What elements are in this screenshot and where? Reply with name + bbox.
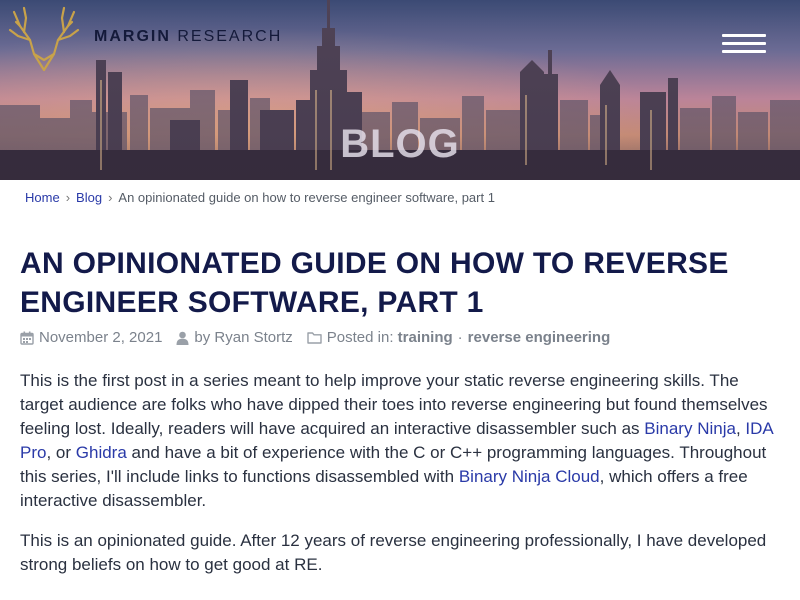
logo-word-margin: MARGIN [94, 28, 171, 45]
breadcrumb-separator: › [65, 190, 71, 205]
post-author: by Ryan Stortz [176, 329, 293, 346]
breadcrumb-blog-link[interactable]: Blog [76, 190, 102, 205]
ghidra-link[interactable]: Ghidra [76, 443, 127, 462]
stag-antlers-icon [8, 6, 80, 72]
breadcrumb-home-link[interactable]: Home [25, 190, 60, 205]
blog-article: AN OPINIONATED GUIDE ON HOW TO REVERSE E… [20, 244, 780, 577]
menu-bar-middle [722, 42, 766, 45]
user-icon [176, 331, 189, 345]
tag-training-link[interactable]: training [398, 329, 453, 346]
post-meta: November 2, 2021 by Ryan Stortz Posted i… [20, 329, 780, 346]
binary-ninja-cloud-link[interactable]: Binary Ninja Cloud [459, 467, 600, 486]
posted-in-label: Posted in: [326, 329, 394, 346]
paragraph-text: , [735, 419, 746, 438]
calendar-icon [20, 331, 34, 345]
intro-paragraph: This is the first post in a series meant… [20, 369, 780, 513]
post-date: November 2, 2021 [20, 329, 162, 346]
paragraph-text: , or [46, 443, 76, 462]
post-title: AN OPINIONATED GUIDE ON HOW TO REVERSE E… [20, 247, 729, 319]
post-author-text: by Ryan Stortz [194, 329, 293, 346]
hamburger-menu-icon[interactable] [720, 31, 768, 57]
binary-ninja-link[interactable]: Binary Ninja [644, 419, 736, 438]
menu-bar-top [722, 34, 766, 37]
post-categories: Posted in: training · reverse engineering [307, 329, 610, 346]
post-date-text: November 2, 2021 [39, 329, 163, 346]
site-logo[interactable]: MARGIN RESEARCH [8, 2, 282, 74]
logo-word-research: RESEARCH [177, 28, 283, 45]
breadcrumb-separator: › [108, 190, 113, 205]
opinion-paragraph: This is an opinionated guide. After 12 y… [20, 531, 767, 574]
logo-wordmark: MARGIN RESEARCH [94, 28, 282, 46]
hero-banner: MARGIN RESEARCH BLOG [0, 0, 800, 180]
folder-icon [307, 332, 322, 344]
menu-bar-bottom [722, 50, 766, 53]
breadcrumb: Home › Blog › An opinionated guide on how to… [25, 190, 495, 205]
hero-title: BLOG [340, 122, 460, 166]
breadcrumb-current: An opinionated guide on how to reverse e… [118, 190, 495, 205]
tag-reverse-engineering-link[interactable]: reverse engineering [468, 329, 611, 346]
tag-separator: · [457, 329, 463, 346]
